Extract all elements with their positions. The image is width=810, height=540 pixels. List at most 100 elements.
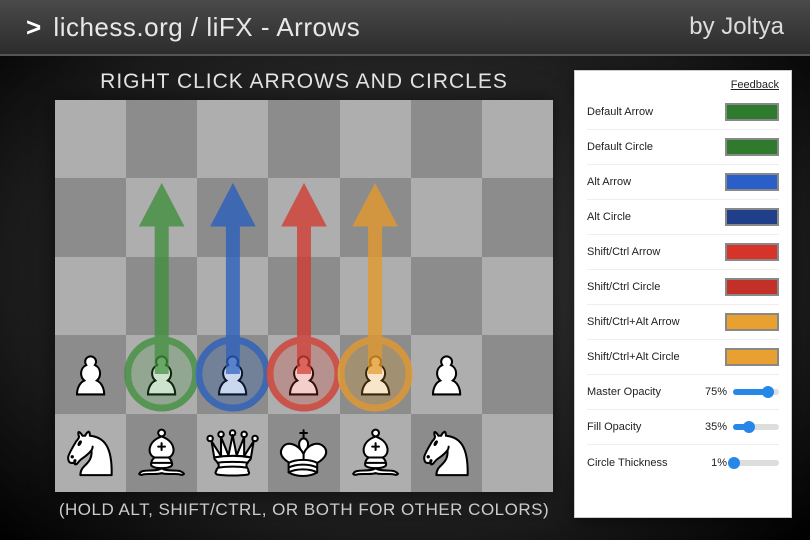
- king-icon: [273, 419, 334, 486]
- square[interactable]: [482, 100, 553, 178]
- square[interactable]: [340, 335, 411, 413]
- square[interactable]: [340, 414, 411, 492]
- square[interactable]: [126, 100, 197, 178]
- square[interactable]: [411, 100, 482, 178]
- slider-value: 1%: [701, 457, 727, 469]
- pawn-icon: [202, 341, 263, 408]
- setting-row: Default Arrow: [587, 95, 779, 130]
- square[interactable]: [482, 257, 553, 335]
- square[interactable]: [268, 100, 339, 178]
- color-swatch[interactable]: [725, 348, 779, 366]
- header-bar: > lichess.org / liFX - Arrows by Joltya: [0, 0, 810, 56]
- setting-row: Shift/Ctrl Arrow: [587, 235, 779, 270]
- setting-row: Master Opacity75%: [587, 375, 779, 410]
- setting-row: Shift/Ctrl Circle: [587, 270, 779, 305]
- pawn-icon: [345, 341, 406, 408]
- board-rank: [55, 257, 553, 335]
- square[interactable]: [268, 257, 339, 335]
- color-swatch[interactable]: [725, 243, 779, 261]
- setting-row: Default Circle: [587, 130, 779, 165]
- square[interactable]: [197, 414, 268, 492]
- square[interactable]: [268, 335, 339, 413]
- slider-control: 1%: [701, 457, 779, 469]
- setting-row: Alt Circle: [587, 200, 779, 235]
- setting-label: Shift/Ctrl+Alt Arrow: [587, 316, 725, 328]
- color-swatch[interactable]: [725, 313, 779, 331]
- setting-label: Default Circle: [587, 141, 725, 153]
- setting-row: Fill Opacity35%: [587, 410, 779, 445]
- queen-icon: [202, 419, 263, 486]
- square[interactable]: [482, 178, 553, 256]
- slider-track[interactable]: [733, 389, 779, 395]
- color-swatch[interactable]: [725, 173, 779, 191]
- bishop-icon: [131, 419, 192, 486]
- square[interactable]: [411, 178, 482, 256]
- app-title: > lichess.org / liFX - Arrows: [26, 12, 360, 43]
- square[interactable]: [482, 414, 553, 492]
- board-rank: [55, 178, 553, 256]
- caption-bottom: (HOLD ALT, SHIFT/CTRL, OR BOTH FOR OTHER…: [55, 500, 553, 520]
- knight-icon: [60, 419, 121, 486]
- square[interactable]: [340, 100, 411, 178]
- square[interactable]: [482, 335, 553, 413]
- setting-label: Shift/Ctrl Arrow: [587, 246, 725, 258]
- slider-track[interactable]: [733, 460, 779, 466]
- square[interactable]: [126, 335, 197, 413]
- pawn-icon: [131, 341, 192, 408]
- square[interactable]: [126, 414, 197, 492]
- color-swatch[interactable]: [725, 208, 779, 226]
- setting-label: Master Opacity: [587, 386, 701, 398]
- pawn-icon: [416, 341, 477, 408]
- board-rank: [55, 414, 553, 492]
- slider-value: 75%: [701, 386, 727, 398]
- slider-control: 35%: [701, 421, 779, 433]
- square[interactable]: [197, 100, 268, 178]
- feedback-link[interactable]: Feedback: [587, 79, 779, 91]
- square[interactable]: [340, 178, 411, 256]
- square[interactable]: [55, 178, 126, 256]
- knight-icon: [416, 419, 477, 486]
- setting-label: Alt Arrow: [587, 176, 725, 188]
- setting-label: Shift/Ctrl Circle: [587, 281, 725, 293]
- chessboard[interactable]: [55, 100, 553, 492]
- title-text: lichess.org / liFX - Arrows: [53, 12, 360, 42]
- bishop-icon: [345, 419, 406, 486]
- setting-label: Alt Circle: [587, 211, 725, 223]
- square[interactable]: [126, 178, 197, 256]
- slider-value: 35%: [701, 421, 727, 433]
- color-swatch[interactable]: [725, 138, 779, 156]
- square[interactable]: [55, 100, 126, 178]
- square[interactable]: [411, 335, 482, 413]
- square[interactable]: [55, 414, 126, 492]
- square[interactable]: [55, 257, 126, 335]
- slider-control: 75%: [701, 386, 779, 398]
- square[interactable]: [197, 178, 268, 256]
- author-text: by Joltya: [689, 13, 784, 41]
- square[interactable]: [126, 257, 197, 335]
- color-swatch[interactable]: [725, 103, 779, 121]
- setting-label: Fill Opacity: [587, 421, 701, 433]
- square[interactable]: [197, 335, 268, 413]
- color-swatch[interactable]: [725, 278, 779, 296]
- setting-row: Shift/Ctrl+Alt Arrow: [587, 305, 779, 340]
- setting-row: Alt Arrow: [587, 165, 779, 200]
- square[interactable]: [411, 414, 482, 492]
- square[interactable]: [197, 257, 268, 335]
- square[interactable]: [340, 257, 411, 335]
- slider-track[interactable]: [733, 424, 779, 430]
- square[interactable]: [411, 257, 482, 335]
- setting-row: Circle Thickness1%: [587, 445, 779, 480]
- caption-top: RIGHT CLICK ARROWS AND CIRCLES: [55, 70, 553, 94]
- square[interactable]: [268, 178, 339, 256]
- pawn-icon: [273, 341, 334, 408]
- board-rank: [55, 100, 553, 178]
- setting-row: Shift/Ctrl+Alt Circle: [587, 340, 779, 375]
- settings-panel: Feedback Default Arrow Default Circle Alt …: [574, 70, 792, 518]
- setting-label: Shift/Ctrl+Alt Circle: [587, 351, 725, 363]
- square[interactable]: [55, 335, 126, 413]
- setting-label: Default Arrow: [587, 106, 725, 118]
- title-caret: >: [26, 12, 42, 42]
- pawn-icon: [60, 341, 121, 408]
- square[interactable]: [268, 414, 339, 492]
- setting-label: Circle Thickness: [587, 457, 701, 469]
